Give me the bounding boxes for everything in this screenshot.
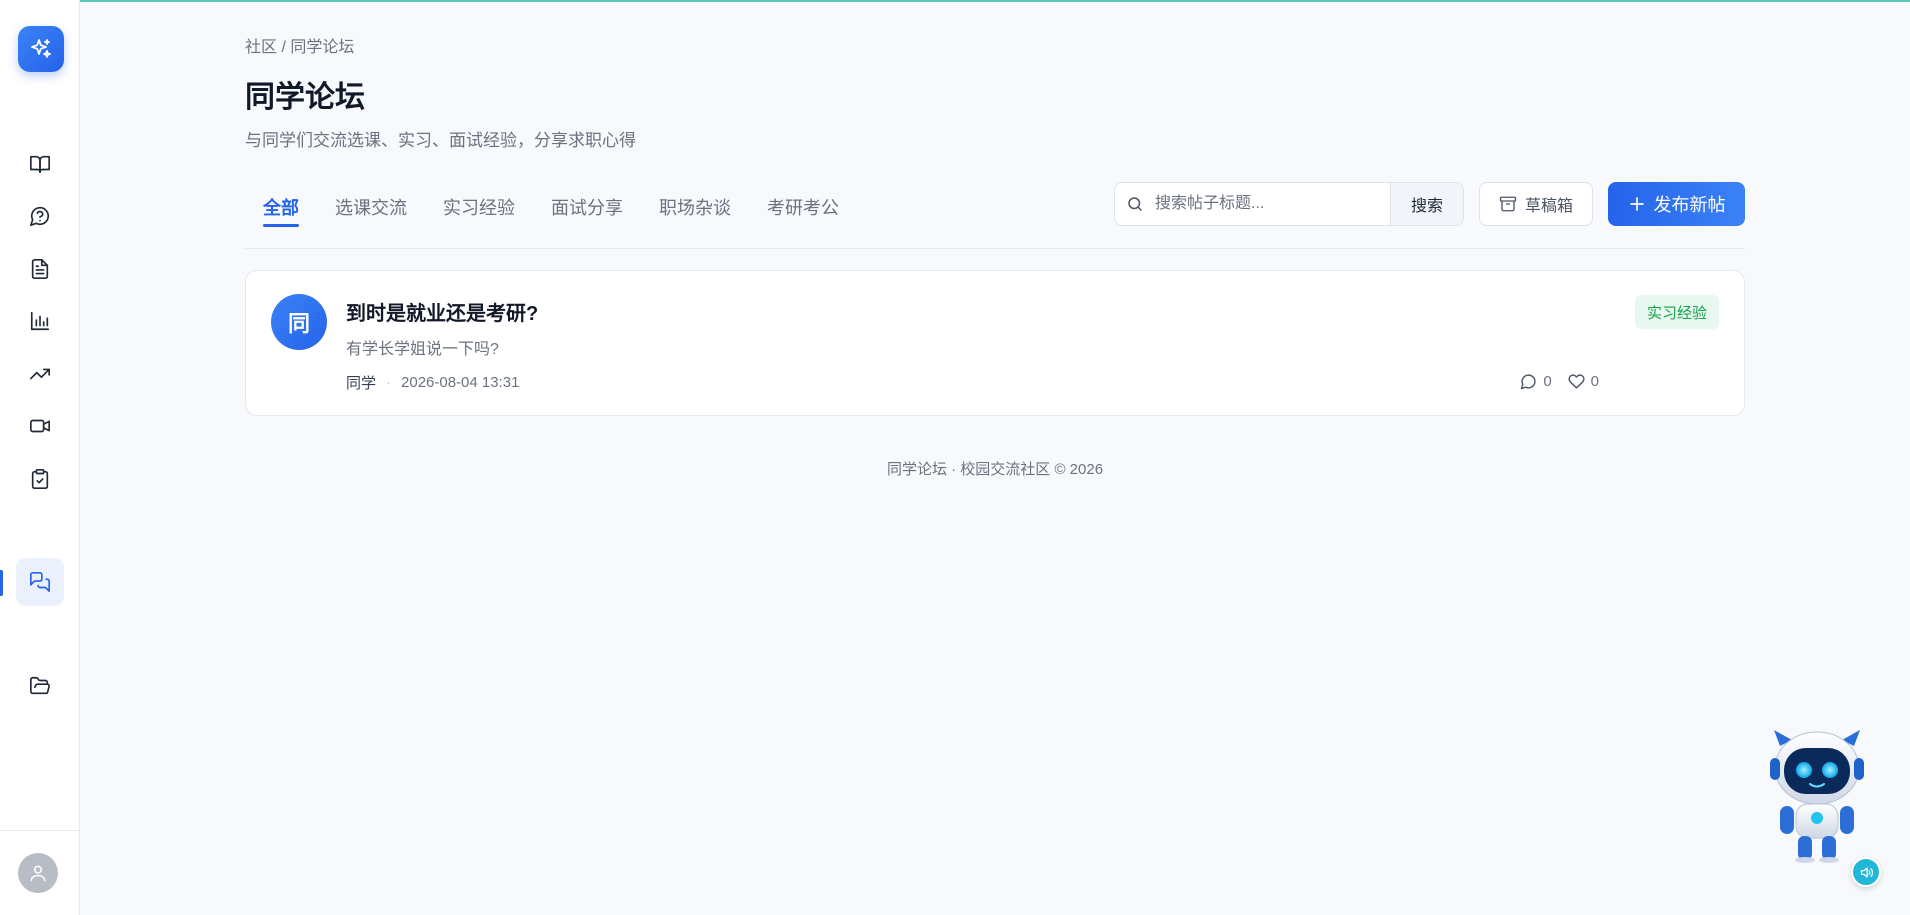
sidebar-item-documents[interactable] bbox=[16, 245, 64, 293]
post-stats: 0 0 bbox=[1520, 373, 1599, 390]
messages-icon bbox=[30, 572, 50, 592]
video-icon bbox=[30, 419, 50, 433]
sparkles-icon bbox=[31, 39, 51, 58]
search-button[interactable]: 搜索 bbox=[1390, 183, 1463, 225]
window-frame-top bbox=[0, 0, 1910, 2]
sidebar bbox=[0, 0, 80, 915]
tab-interview[interactable]: 面试分享 bbox=[533, 180, 641, 230]
publish-label: 发布新帖 bbox=[1653, 195, 1726, 215]
meta-separator: · bbox=[386, 374, 392, 391]
post-title[interactable]: 到时是就业还是考研? bbox=[346, 297, 538, 326]
post-author: 同学 bbox=[346, 375, 377, 392]
tab-exam[interactable]: 考研考公 bbox=[749, 180, 857, 230]
search-box: 搜索 bbox=[1114, 182, 1464, 226]
drafts-label: 草稿箱 bbox=[1524, 198, 1573, 215]
book-open-icon bbox=[30, 155, 50, 174]
comment-count[interactable]: 0 bbox=[1520, 373, 1552, 390]
tab-workplace[interactable]: 职场杂谈 bbox=[641, 180, 749, 230]
help-circle-icon bbox=[30, 206, 50, 226]
post-category-tag: 实习经验 bbox=[1634, 295, 1719, 329]
breadcrumb-current: 同学论坛 bbox=[290, 39, 355, 56]
post-author-avatar: 同 bbox=[271, 294, 327, 350]
tabs-divider bbox=[245, 248, 1745, 249]
comment-icon bbox=[1521, 374, 1536, 390]
comment-count-value: 0 bbox=[1543, 373, 1552, 390]
sidebar-item-video[interactable] bbox=[16, 402, 64, 450]
drafts-button[interactable]: 草稿箱 bbox=[1479, 182, 1593, 226]
sidebar-item-courses[interactable] bbox=[16, 140, 64, 188]
sidebar-item-statistics[interactable] bbox=[16, 297, 64, 345]
clipboard-check-icon bbox=[31, 469, 49, 489]
sidebar-item-tasks[interactable] bbox=[16, 455, 64, 503]
plus-icon bbox=[1629, 197, 1644, 211]
app-logo[interactable] bbox=[18, 26, 64, 72]
post-time: 2026-08-04 13:31 bbox=[401, 374, 520, 391]
heart-icon bbox=[1568, 374, 1585, 389]
search-icon bbox=[1128, 197, 1142, 211]
tab-internship[interactable]: 实习经验 bbox=[425, 180, 533, 230]
like-count-value: 0 bbox=[1590, 373, 1599, 390]
user-avatar[interactable] bbox=[18, 853, 58, 893]
footer: 同学论坛 · 校园交流社区 © 2026 bbox=[886, 461, 1104, 478]
tab-all[interactable]: 全部 bbox=[245, 180, 317, 230]
active-nav-indicator bbox=[0, 570, 3, 596]
tab-course-exchange[interactable]: 选课交流 bbox=[317, 180, 425, 230]
robot-assistant-icon[interactable] bbox=[1762, 728, 1872, 863]
sidebar-divider bbox=[0, 830, 80, 831]
sound-toggle-button[interactable] bbox=[1851, 857, 1881, 887]
folder-open-icon bbox=[30, 676, 50, 695]
sidebar-item-trends[interactable] bbox=[16, 350, 64, 398]
breadcrumb-separator: / bbox=[281, 39, 286, 56]
post-card[interactable]: 同 到时是就业还是考研? 有学长学姐说一下吗? 同学 · 2026-08-04 … bbox=[245, 270, 1745, 416]
user-icon bbox=[30, 865, 46, 882]
search-input[interactable] bbox=[1155, 183, 1390, 225]
category-tabs: 全部 选课交流 实习经验 面试分享 职场杂谈 考研考公 bbox=[245, 180, 857, 230]
page-title: 同学论坛 bbox=[245, 81, 365, 114]
archive-icon bbox=[1499, 196, 1517, 212]
trending-up-icon bbox=[30, 368, 50, 380]
sidebar-item-qa[interactable] bbox=[16, 192, 64, 240]
sidebar-item-forum[interactable] bbox=[16, 558, 64, 606]
like-count[interactable]: 0 bbox=[1568, 373, 1599, 390]
page-subtitle: 与同学们交流选课、实习、面试经验，分享求职心得 bbox=[245, 131, 636, 150]
post-meta: 同学 · 2026-08-04 13:31 bbox=[346, 372, 519, 393]
breadcrumb: 社区 / 同学论坛 bbox=[245, 33, 354, 57]
sidebar-item-files[interactable] bbox=[16, 662, 64, 710]
breadcrumb-root[interactable]: 社区 bbox=[245, 39, 277, 56]
post-excerpt: 有学长学姐说一下吗? bbox=[346, 341, 499, 358]
document-icon bbox=[31, 259, 49, 279]
publish-post-button[interactable]: 发布新帖 bbox=[1608, 182, 1745, 226]
speaker-icon bbox=[1860, 867, 1873, 877]
bar-chart-icon bbox=[30, 311, 50, 331]
